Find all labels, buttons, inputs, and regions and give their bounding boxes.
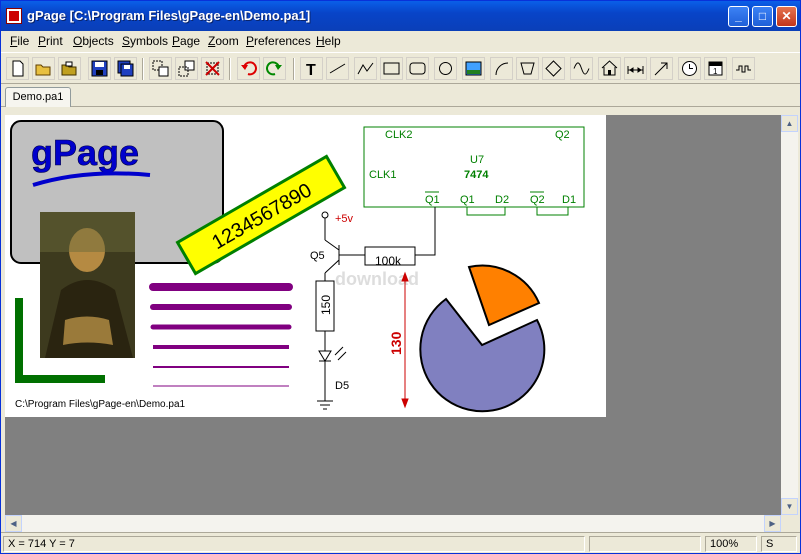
clock-icon[interactable] — [678, 57, 701, 80]
supply-label: +5v — [335, 213, 354, 225]
polygon-icon[interactable] — [516, 57, 539, 80]
menu-objects[interactable]: Objects — [73, 34, 114, 48]
menu-help[interactable]: Help — [316, 34, 341, 48]
coords-status: X = 714 Y = 7 — [3, 536, 585, 552]
scroll-right-button[interactable]: ▶ — [764, 515, 781, 532]
menu-file[interactable]: File — [10, 34, 29, 48]
save-icon[interactable] — [88, 57, 111, 80]
svg-text:D1: D1 — [562, 194, 576, 206]
redo-icon[interactable] — [263, 57, 286, 80]
svg-text:CLK1: CLK1 — [369, 169, 397, 181]
file-path-label: C:\Program Files\gPage-en\Demo.pa1 — [15, 399, 186, 410]
pie-slice-small — [467, 264, 541, 327]
zoom-status: 100% — [705, 536, 757, 552]
minimize-button[interactable]: _ — [728, 6, 749, 27]
delete-page-icon[interactable] — [201, 57, 224, 80]
menu-page[interactable]: Page — [172, 34, 200, 48]
svg-text:Q2: Q2 — [530, 194, 545, 206]
tab-demo[interactable]: Demo.pa1 — [5, 87, 71, 107]
app-icon — [6, 8, 22, 24]
save-all-icon[interactable] — [114, 57, 137, 80]
window-title: gPage [C:\Program Files\gPage-en\Demo.pa… — [27, 8, 311, 23]
title-bar[interactable]: gPage [C:\Program Files\gPage-en\Demo.pa… — [1, 1, 800, 31]
paste-page-icon[interactable] — [175, 57, 198, 80]
arrow-icon[interactable] — [650, 57, 673, 80]
svg-text:Q1: Q1 — [425, 194, 440, 206]
workspace[interactable]: gPage 1234567890 C:\Program Files\gPage-… — [5, 115, 781, 515]
menu-symbols[interactable]: Symbols — [122, 34, 168, 48]
scroll-left-button[interactable]: ◀ — [5, 515, 22, 532]
status-empty-panel — [589, 536, 701, 552]
diamond-icon[interactable] — [542, 57, 565, 80]
status-bar: X = 714 Y = 7 100% S — [1, 532, 800, 553]
calendar-icon[interactable]: 1 — [704, 57, 727, 80]
scroll-up-button[interactable]: ▲ — [781, 115, 798, 132]
polyline-icon[interactable] — [354, 57, 377, 80]
ic-7474: CLK2 Q2 U7 CLK1 7474 Q1 Q1 D2 Q2 D1 — [363, 126, 585, 216]
transistor-label: Q5 — [310, 250, 325, 262]
rounded-rectangle-icon[interactable] — [406, 57, 429, 80]
text-icon[interactable]: T — [300, 57, 323, 80]
arc-icon[interactable] — [490, 57, 513, 80]
scroll-down-button[interactable]: ▼ — [781, 498, 798, 515]
svg-text:Q2: Q2 — [555, 129, 570, 141]
undo-icon[interactable] — [237, 57, 260, 80]
svg-text:U7: U7 — [470, 154, 484, 166]
signal-icon[interactable] — [732, 57, 755, 80]
svg-text:T: T — [306, 62, 316, 77]
pie-slice-large — [419, 297, 546, 413]
menu-preferences[interactable]: Preferences — [246, 34, 311, 48]
open-folder-icon[interactable] — [58, 57, 81, 80]
resistor-150-label: 150 — [319, 295, 333, 315]
house-icon[interactable] — [598, 57, 621, 80]
menu-bar: File Print Objects Symbols Page Zoom Pre… — [1, 31, 800, 51]
copy-page-icon[interactable] — [149, 57, 172, 80]
vertical-scrollbar[interactable]: ▲ ▼ — [781, 115, 798, 515]
new-icon[interactable] — [6, 57, 29, 80]
resistor-100k-label: 100k — [375, 254, 402, 268]
circle-icon[interactable] — [434, 57, 457, 80]
mode-status: S — [761, 536, 797, 552]
sine-wave-icon[interactable] — [570, 57, 593, 80]
close-button[interactable]: ✕ — [776, 6, 797, 27]
line-icon[interactable] — [326, 57, 349, 80]
menu-zoom[interactable]: Zoom — [208, 34, 239, 48]
diode-label: D5 — [335, 380, 349, 392]
toolbar: T 1 — [1, 52, 800, 84]
open-icon[interactable] — [32, 57, 55, 80]
dimension-icon[interactable] — [624, 57, 647, 80]
purple-lines — [149, 283, 293, 387]
rectangle-icon[interactable] — [380, 57, 403, 80]
svg-text:7474: 7474 — [464, 169, 489, 181]
maximize-button[interactable]: □ — [752, 6, 773, 27]
app-window: gPage [C:\Program Files\gPage-en\Demo.pa… — [0, 0, 801, 554]
svg-text:CLK2: CLK2 — [385, 129, 413, 141]
image-icon[interactable] — [462, 57, 485, 80]
svg-text:D2: D2 — [495, 194, 509, 206]
document-tabs: Demo.pa1 — [1, 85, 800, 107]
transistor-circuit — [315, 207, 436, 410]
logo-text: gPage — [31, 132, 139, 173]
dimension-label: 130 — [388, 331, 404, 355]
horizontal-scrollbar[interactable]: ◀ ▶ — [5, 515, 781, 532]
menu-print[interactable]: Print — [38, 34, 63, 48]
drawing-page[interactable]: gPage 1234567890 C:\Program Files\gPage-… — [5, 115, 606, 417]
svg-text:1: 1 — [713, 67, 718, 76]
svg-text:Q1: Q1 — [460, 194, 475, 206]
